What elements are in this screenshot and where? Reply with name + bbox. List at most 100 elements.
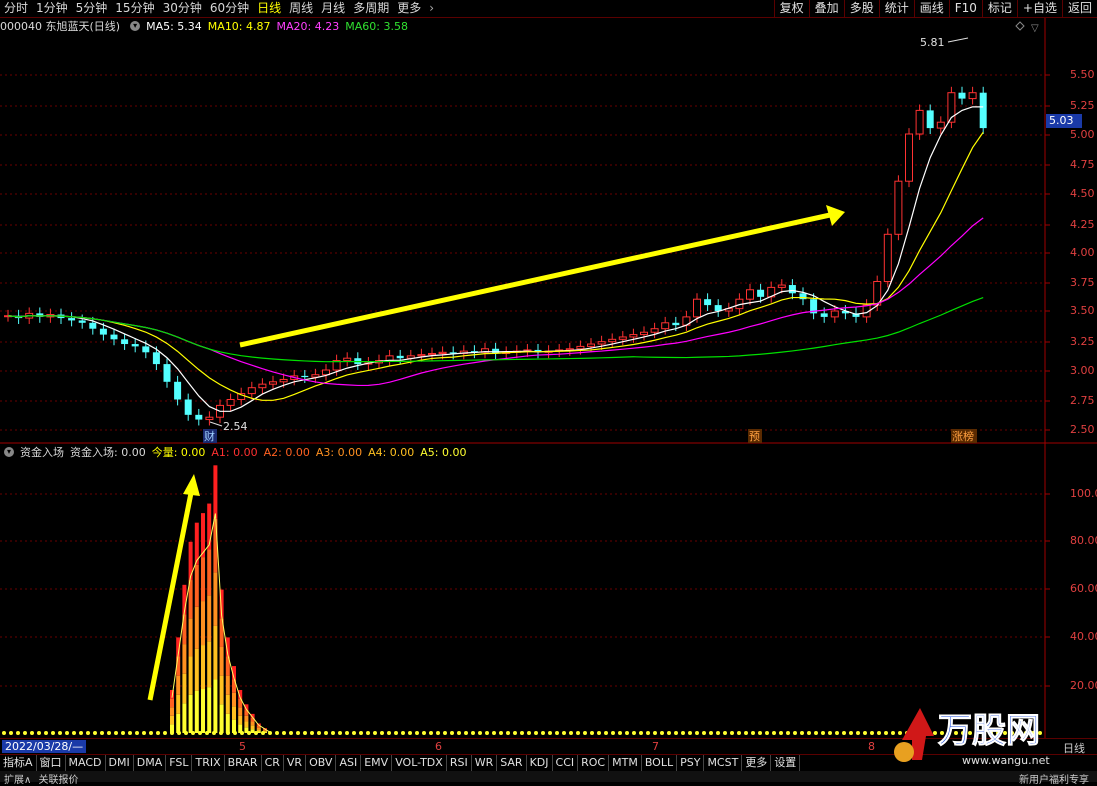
period-6[interactable]: 日线 — [253, 0, 285, 17]
related-quote-button[interactable]: 关联报价 — [39, 775, 79, 786]
indicator-bar — [194, 690, 199, 733]
indicator-tab-24[interactable]: 更多 — [742, 755, 772, 771]
indicator-tab-25[interactable]: 设置 — [771, 755, 801, 771]
candle-body — [68, 318, 76, 321]
baseline-dot — [121, 731, 125, 735]
indicator-tab-14[interactable]: RSI — [447, 755, 472, 771]
period-8[interactable]: 月线 — [317, 0, 349, 17]
indicator-tab-1[interactable]: 窗口 — [37, 755, 66, 771]
indicator-tab-13[interactable]: VOL-TDX — [392, 755, 447, 771]
current-price-tag: 5.03 — [1046, 114, 1082, 128]
period-9[interactable]: 多周期 — [349, 0, 393, 17]
a3-value: A3: 0.00 — [315, 445, 363, 459]
baseline-dot — [562, 731, 566, 735]
indicator-tab-7[interactable]: BRAR — [225, 755, 262, 771]
indicator-tab-11[interactable]: ASI — [336, 755, 362, 771]
indicator-tab-18[interactable]: CCI — [553, 755, 579, 771]
marker-yu[interactable]: 预 — [749, 430, 760, 443]
indicator-bar — [176, 694, 181, 714]
baseline-dot — [555, 731, 559, 735]
baseline-dot — [114, 731, 118, 735]
indicator-tab-0[interactable]: 指标A — [0, 755, 37, 771]
period-7[interactable]: 周线 — [285, 0, 317, 17]
indicator-tab-10[interactable]: OBV — [306, 755, 337, 771]
indicator-tab-3[interactable]: DMI — [106, 755, 134, 771]
toolbar-button-1[interactable]: 叠加 — [808, 0, 844, 17]
baseline-dot — [520, 731, 524, 735]
indicator-tab-21[interactable]: BOLL — [642, 755, 678, 771]
period-4[interactable]: 30分钟 — [159, 0, 206, 17]
price-tick-9: 3.25 — [1070, 335, 1095, 348]
candle-body — [163, 364, 171, 382]
baseline-dot — [149, 731, 153, 735]
period-1[interactable]: 1分钟 — [32, 0, 72, 17]
stock-title[interactable]: 000040 东旭蓝天(日线) — [0, 18, 120, 34]
indicator-tab-4[interactable]: DMA — [134, 755, 167, 771]
candle-body — [693, 298, 701, 318]
indicator-name[interactable]: 资金入场 — [20, 444, 64, 460]
baseline-dot — [394, 731, 398, 735]
period-3[interactable]: 15分钟 — [111, 0, 158, 17]
indicator-tab-15[interactable]: WR — [472, 755, 498, 771]
chart-canvas[interactable]: 财 预 涨榜 5.81 2.54 ▽ — [0, 0, 1097, 782]
marker-zhangbang[interactable]: 涨榜 — [952, 429, 974, 443]
baseline-dot — [877, 731, 881, 735]
toolbar-button-5[interactable]: F10 — [948, 0, 982, 17]
toolbar-button-2[interactable]: 多股 — [843, 0, 879, 17]
toolbar-button-8[interactable]: 返回 — [1061, 0, 1097, 17]
period-2[interactable]: 5分钟 — [72, 0, 112, 17]
indicator-tab-2[interactable]: MACD — [66, 755, 106, 771]
indicator-bar — [170, 707, 174, 716]
price-tick-12: 2.50 — [1070, 423, 1095, 436]
expand-button[interactable]: 扩展∧ — [4, 775, 31, 786]
indicator-bar — [188, 541, 193, 581]
indicator-bar — [207, 641, 212, 688]
toolbar-button-7[interactable]: +自选 — [1016, 0, 1062, 17]
indicator-bar — [201, 557, 205, 602]
indicator-bar — [244, 715, 249, 722]
indicator-tab-20[interactable]: MTM — [609, 755, 642, 771]
indicator-tab-8[interactable]: CR — [262, 755, 284, 771]
indicator-tab-23[interactable]: MCST — [704, 755, 743, 771]
toolbar-button-4[interactable]: 画线 — [913, 0, 949, 17]
candle-body — [830, 310, 839, 318]
baseline-dot — [275, 731, 279, 735]
baseline-dot — [604, 731, 608, 735]
indicator-tab-9[interactable]: VR — [284, 755, 307, 771]
candle-body — [820, 313, 828, 317]
period-0[interactable]: 分时 — [0, 0, 32, 17]
indicator-tab-6[interactable]: TRIX — [192, 755, 225, 771]
baseline-dot — [688, 731, 692, 735]
indicator-bar — [225, 713, 230, 733]
indicator-tab-5[interactable]: FSL — [166, 755, 193, 771]
baseline-dot — [828, 731, 832, 735]
candle-body — [958, 92, 966, 99]
candle-body — [640, 331, 648, 336]
indicator-dropdown-icon[interactable]: ▾ — [4, 447, 14, 457]
indicator-bar — [213, 572, 218, 626]
indicator-tab-22[interactable]: PSY — [677, 755, 705, 771]
baseline-dot — [646, 731, 650, 735]
indicator-bar — [170, 715, 174, 725]
period-5[interactable]: 60分钟 — [206, 0, 253, 17]
chevron-right-icon[interactable]: › — [425, 0, 438, 17]
baseline-dot — [618, 731, 622, 735]
options-dropdown-icon[interactable]: ▾ — [130, 21, 141, 31]
toolbar-button-6[interactable]: 标记 — [981, 0, 1017, 17]
indicator-tab-19[interactable]: ROC — [578, 755, 610, 771]
indicator-tab-12[interactable]: EMV — [361, 755, 393, 771]
baseline-dot — [429, 731, 433, 735]
indicator-tab-16[interactable]: SAR — [497, 755, 527, 771]
toolbar-button-0[interactable]: 复权 — [773, 0, 809, 17]
indicator-bar — [238, 715, 243, 725]
toolbar-button-3[interactable]: 统计 — [878, 0, 914, 17]
indicator-tab-17[interactable]: KDJ — [527, 755, 553, 771]
marker-cai[interactable]: 财 — [204, 429, 215, 443]
candle-body — [247, 387, 256, 395]
new-user-promo[interactable]: 新用户福利专享 — [1019, 771, 1089, 786]
baseline-dot — [695, 731, 699, 735]
baseline-dot — [856, 731, 860, 735]
baseline-dot — [310, 731, 314, 735]
baseline-dot — [352, 731, 356, 735]
period-10[interactable]: 更多 — [393, 0, 425, 17]
